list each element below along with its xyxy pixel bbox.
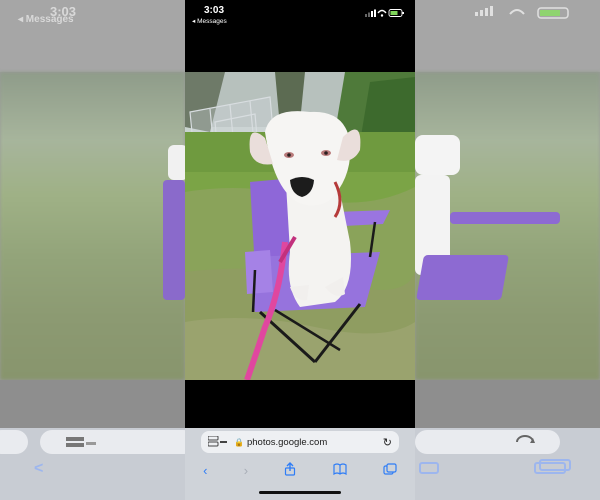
- phone-screen: 3:03 ◂ Messages 🔒 photos.google.com ↻ ‹ …: [185, 0, 415, 500]
- status-icons: [365, 8, 405, 18]
- side-left-status-area: [0, 0, 185, 72]
- side-left-chair: [163, 180, 185, 300]
- side-right-dog-ear: [415, 135, 460, 175]
- address-bar[interactable]: 🔒 photos.google.com ↻: [201, 431, 399, 453]
- reader-mode-icon[interactable]: [208, 436, 228, 448]
- side-left-dog-ear: [168, 145, 185, 180]
- side-left-url-pill: [40, 430, 185, 454]
- lock-icon: 🔒: [234, 437, 244, 447]
- side-left-blurred-photo: [0, 72, 185, 380]
- side-right-gap: [415, 380, 600, 428]
- browser-toolbar: 🔒 photos.google.com ↻ ‹ ›: [185, 428, 415, 500]
- side-right-nav-icons: [419, 459, 571, 474]
- side-right-status-icons: [475, 6, 569, 19]
- side-left-back-label: ◂ Messages: [18, 14, 74, 25]
- dog-photo[interactable]: [185, 72, 415, 380]
- side-left-gap: [0, 380, 185, 428]
- blurred-right-panel: [415, 0, 600, 500]
- side-right-chair-seat: [416, 255, 509, 300]
- side-right-url-pill: [415, 430, 560, 454]
- reload-icon: [516, 435, 535, 443]
- side-left-back-nav: <: [34, 460, 44, 477]
- browser-nav: ‹ ›: [185, 460, 415, 480]
- share-icon[interactable]: [284, 461, 296, 479]
- forward-button[interactable]: ›: [244, 463, 248, 478]
- dog-photo-illustration: [185, 72, 415, 380]
- home-indicator[interactable]: [259, 491, 341, 494]
- letterbox-gap: [185, 380, 415, 428]
- tabs-icon[interactable]: [383, 462, 397, 478]
- side-right-status-area: [415, 0, 600, 72]
- reader-icon: [66, 437, 96, 447]
- signal-wifi-battery-icon: [365, 9, 404, 17]
- reload-icon[interactable]: ↻: [383, 436, 392, 449]
- side-left-pill: [0, 430, 28, 454]
- url-text[interactable]: photos.google.com: [247, 437, 327, 448]
- back-button[interactable]: ‹: [203, 463, 207, 478]
- back-to-messages[interactable]: ◂ Messages: [192, 17, 227, 25]
- bookmarks-icon[interactable]: [332, 462, 347, 478]
- blurred-left-panel: 3:03 ◂ Messages <: [0, 0, 185, 500]
- status-bar: 3:03 ◂ Messages: [185, 0, 415, 72]
- side-right-chair-arm: [450, 212, 560, 224]
- status-time: 3:03: [204, 5, 225, 16]
